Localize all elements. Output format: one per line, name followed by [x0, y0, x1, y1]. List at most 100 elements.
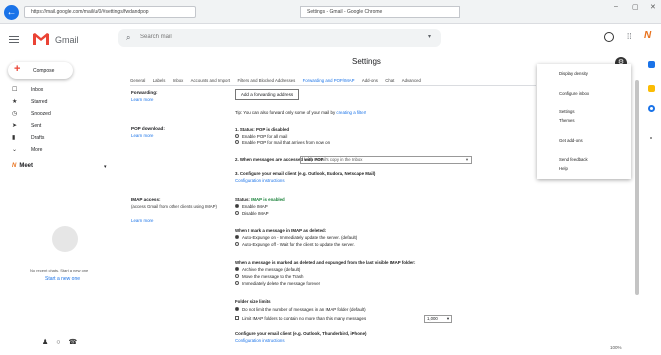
- sidebar-item-inbox[interactable]: ☐ Inbox: [8, 86, 108, 95]
- forwarding-tip: Tip: You can also forward only some of y…: [235, 110, 366, 115]
- no-limit-label: Do not limit the number of messages in a…: [242, 307, 366, 312]
- inbox-icon: ☐: [12, 87, 18, 93]
- account-logo-icon[interactable]: N: [644, 30, 651, 41]
- auto-expunge-off-option[interactable]: Auto-Expunge off - Wait for the client t…: [235, 242, 355, 247]
- imap-expunged-question: When a message is marked as deleted and …: [235, 260, 416, 265]
- radio-icon[interactable]: [235, 140, 239, 145]
- trash-option[interactable]: Move the message to the Trash: [235, 274, 304, 279]
- radio-checked-icon[interactable]: [235, 235, 239, 240]
- menu-item-settings[interactable]: Settings: [559, 109, 575, 114]
- pop-option-all[interactable]: Enable POP for all mail: [235, 134, 287, 139]
- draft-icon: ▮: [12, 135, 16, 141]
- meet-section-title[interactable]: N Meet: [12, 163, 33, 169]
- tab-addons[interactable]: Add-ons: [362, 76, 378, 85]
- imap-config-instructions-link[interactable]: Configuration instructions: [235, 338, 285, 343]
- pop-learn-more-link[interactable]: Learn more: [131, 133, 153, 138]
- delete-forever-label: Immediately delete the message forever: [242, 281, 321, 286]
- imap-enable-option[interactable]: Enable IMAP: [235, 204, 268, 209]
- back-arrow-icon[interactable]: ←: [4, 5, 19, 20]
- sidebar-item-starred[interactable]: ★ Starred: [8, 98, 108, 107]
- tab-forwarding-pop-imap[interactable]: Forwarding and POP/IMAP: [303, 76, 355, 85]
- tab-filters[interactable]: Filters and Blocked Addresses: [237, 76, 295, 85]
- help-icon[interactable]: [604, 32, 614, 42]
- search-input[interactable]: [140, 34, 390, 40]
- imap-deleted-question: When I mark a message in IMAP as deleted…: [235, 228, 327, 233]
- menu-item-themes[interactable]: Themes: [559, 118, 575, 123]
- menu-item-send-feedback[interactable]: Send feedback: [559, 157, 588, 162]
- add-forwarding-address-button[interactable]: Add a forwarding address: [235, 89, 299, 100]
- imap-config-link-text[interactable]: Configuration instructions: [235, 338, 285, 343]
- settings-tabs: General Labels Inbox Accounts and Import…: [130, 76, 536, 86]
- minimize-icon[interactable]: –: [614, 3, 618, 10]
- radio-icon[interactable]: [235, 134, 239, 139]
- imap-learn-more-link[interactable]: Learn more: [131, 218, 153, 223]
- main-menu-icon[interactable]: [9, 36, 19, 45]
- sidebar-item-more[interactable]: ⌄ More: [8, 146, 108, 155]
- radio-icon[interactable]: [235, 281, 239, 286]
- url-bar[interactable]: https://mail.google.com/mail/u/0/#settin…: [24, 6, 196, 18]
- apps-grid-icon[interactable]: ⁞⁞: [627, 32, 631, 41]
- sidebar-item-sent[interactable]: ➤ Sent: [8, 122, 108, 131]
- radio-icon[interactable]: [235, 211, 239, 216]
- keep-icon[interactable]: [648, 85, 655, 92]
- browser-tab[interactable]: Settings - Gmail - Google Chrome: [300, 6, 460, 18]
- sidebar-item-drafts[interactable]: ▮ Drafts: [8, 134, 108, 143]
- imap-disable-option[interactable]: Disable IMAP: [235, 211, 269, 216]
- forwarding-learn-more-link[interactable]: Learn more: [131, 97, 153, 102]
- imap-status-prefix: Status:: [235, 197, 250, 202]
- radio-icon[interactable]: [235, 316, 239, 321]
- pop-config-instructions-link[interactable]: Configuration instructions: [235, 178, 285, 183]
- right-side-panel: [643, 57, 661, 347]
- tab-accounts[interactable]: Accounts and Import: [191, 76, 230, 85]
- person-icon[interactable]: ♟: [42, 339, 56, 346]
- sidebar-item-snoozed[interactable]: ◷ Snoozed: [8, 110, 108, 119]
- chevron-down-icon[interactable]: ▾: [104, 164, 107, 170]
- radio-checked-icon[interactable]: [235, 307, 239, 312]
- app-name: Gmail: [55, 35, 79, 45]
- search-options-icon[interactable]: ▾: [428, 33, 431, 40]
- tab-advanced[interactable]: Advanced: [402, 76, 421, 85]
- add-addon-icon[interactable]: [650, 137, 652, 139]
- quick-settings-menu: Display density Configure inbox Settings…: [537, 64, 631, 179]
- search-bar[interactable]: ⌕ ▾: [118, 29, 441, 47]
- pop-option-now[interactable]: Enable POP for mail that arrives from no…: [235, 140, 330, 145]
- delete-forever-option[interactable]: Immediately delete the message forever: [235, 281, 320, 286]
- tab-general[interactable]: General: [130, 76, 145, 85]
- pop-configure-label: 3. Configure your email client (e.g. Out…: [235, 171, 376, 176]
- no-limit-option[interactable]: Do not limit the number of messages in a…: [235, 307, 366, 312]
- phone-icon[interactable]: ☎: [69, 339, 86, 346]
- search-icon[interactable]: ⌕: [126, 33, 130, 43]
- pop-action-select[interactable]: keep Gmail's copy in the Inbox ▾: [300, 156, 472, 164]
- menu-item-help[interactable]: Help: [559, 166, 568, 171]
- vertical-scrollbar[interactable]: [635, 80, 639, 295]
- pop-option-now-label: Enable POP for mail that arrives from no…: [242, 140, 331, 145]
- radio-checked-icon[interactable]: [235, 204, 239, 209]
- pop-config-link-text[interactable]: Configuration instructions: [235, 178, 285, 183]
- start-chat-link[interactable]: Start a new one: [45, 276, 80, 282]
- menu-item-get-addons[interactable]: Get add-ons: [559, 138, 583, 143]
- compose-button[interactable]: + Compose: [8, 62, 73, 79]
- folder-limit-select[interactable]: 1,000 ▾: [424, 315, 452, 323]
- imap-enable-label: Enable IMAP: [242, 204, 268, 209]
- sidebar-item-label: Snoozed: [31, 111, 51, 117]
- radio-icon[interactable]: [235, 274, 239, 279]
- tab-labels[interactable]: Labels: [153, 76, 166, 85]
- chat-icon[interactable]: ○: [56, 339, 68, 346]
- chevron-down-icon: ▾: [465, 157, 468, 162]
- tasks-icon[interactable]: [648, 105, 655, 112]
- limit-option[interactable]: Limit IMAP folders to contain no more th…: [235, 316, 366, 321]
- pop-download-label: POP download:: [131, 126, 165, 131]
- auto-expunge-on-option[interactable]: Auto-Expunge on - Immediately update the…: [235, 235, 357, 240]
- archive-label: Archive the message (default): [242, 267, 301, 272]
- maximize-icon[interactable]: ▢: [632, 3, 639, 11]
- tab-chat[interactable]: Chat: [385, 76, 394, 85]
- radio-checked-icon[interactable]: [235, 267, 239, 272]
- calendar-icon[interactable]: [648, 61, 655, 68]
- radio-icon[interactable]: [235, 242, 239, 247]
- archive-option[interactable]: Archive the message (default): [235, 267, 300, 272]
- close-icon[interactable]: ✕: [650, 3, 656, 11]
- create-filter-link[interactable]: creating a filter!: [336, 110, 366, 115]
- tab-inbox[interactable]: Inbox: [173, 76, 184, 85]
- menu-item-configure-inbox[interactable]: Configure inbox: [559, 91, 589, 96]
- menu-item-display-density[interactable]: Display density: [559, 71, 588, 76]
